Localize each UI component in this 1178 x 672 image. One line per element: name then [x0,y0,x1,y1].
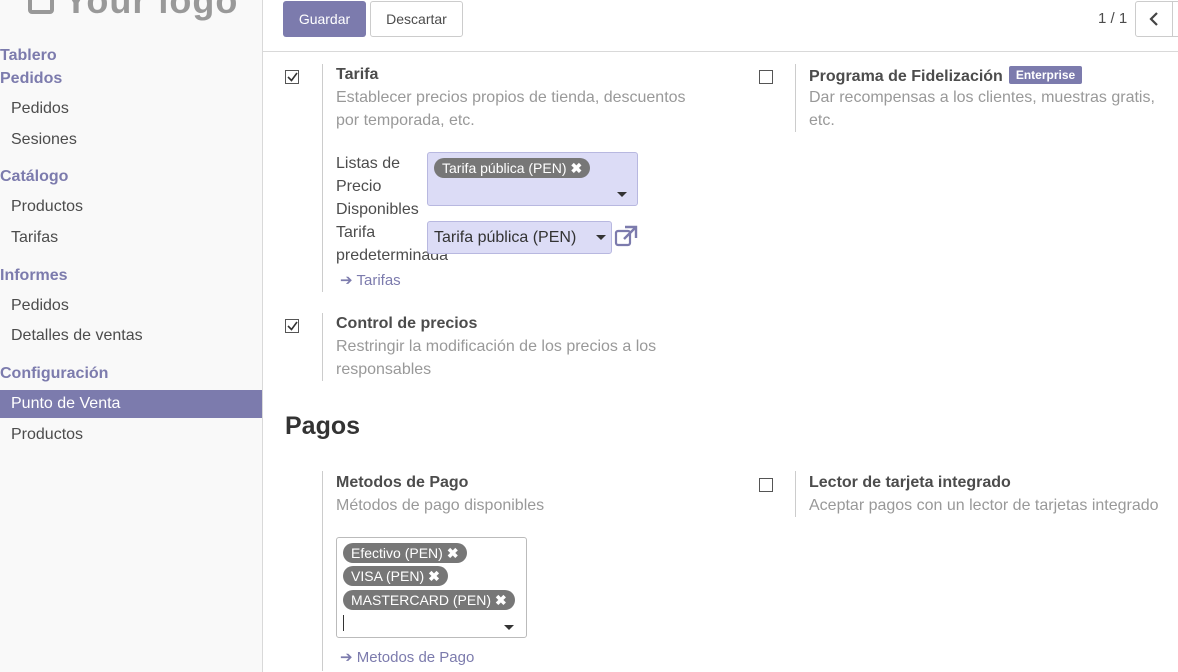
dropdown-caret-icon[interactable] [617,192,627,197]
available-pricelists-label: Listas de Precio Disponibles [336,152,419,221]
remove-tag-icon[interactable]: ✖ [495,592,507,608]
save-button[interactable]: Guardar [283,1,366,37]
menu-dashboard[interactable]: Tablero [0,47,57,65]
payment-methods-description: Métodos de pago disponibles [336,497,545,514]
menu-section-catalog[interactable]: Catálogo [0,168,68,186]
payment-method-tag[interactable]: Efectivo (PEN) ✖ [343,543,467,563]
sidebar-item-sales-details[interactable]: Detalles de ventas [0,322,262,350]
pricelist-checkbox[interactable] [285,70,299,84]
card-reader-title: Lector de tarjeta integrado [809,474,1011,491]
price-control-desc-line2: responsables [336,361,432,378]
available-pricelists-field[interactable]: Tarifa pública (PEN) ✖ [427,152,638,206]
pricelist-description: Establecer precios propios de tienda, de… [336,86,686,132]
available-label-line1: Listas de [336,155,401,172]
pager-next-button[interactable] [1173,1,1178,37]
payment-tag-label: Efectivo (PEN) [351,545,443,561]
pager-value: 1 / 1 [1098,10,1128,27]
price-control-description: Restringir la modificación de los precio… [336,335,656,381]
remove-tag-icon[interactable]: ✖ [428,568,440,584]
sidebar: Your logo Tablero Pedidos Pedidos Sesion… [0,0,263,672]
pricelists-link-label: Tarifas [356,272,401,289]
sidebar-item-sessions[interactable]: Sesiones [0,126,262,154]
dropdown-caret-icon[interactable] [504,625,514,630]
check-icon [287,72,298,82]
payment-methods-link-label: Metodos de Pago [356,649,475,666]
pricelist-desc-line1: Establecer precios propios de tienda, de… [336,89,686,106]
divider [322,64,323,292]
arrow-right-icon: ➔ [340,272,353,289]
divider [322,313,323,381]
logo-icon [28,0,54,14]
loyalty-title: Programa de Fidelización Enterprise [809,66,1083,86]
price-control-title: Control de precios [336,315,478,332]
check-icon [287,321,298,331]
section-title-payments: Pagos [285,412,361,440]
loyalty-desc-line2: etc. [809,112,835,129]
loyalty-title-text: Programa de Fidelización [809,68,1003,85]
sidebar-item-report-orders[interactable]: Pedidos [0,292,262,320]
sidebar-item-point-of-sale[interactable]: Punto de Venta [0,390,262,418]
available-label-line3: Disponibles [336,201,419,218]
company-logo: Your logo [28,0,238,22]
sidebar-item-pricelists[interactable]: Tarifas [0,224,262,252]
menu-section-config[interactable]: Configuración [0,365,108,383]
pager-previous-button[interactable] [1135,1,1173,37]
pricelist-tag-label: Tarifa pública (PEN) [442,160,567,176]
pricelist-desc-line2: por temporada, etc. [336,112,475,129]
payment-methods-title: Metodos de Pago [336,474,469,491]
price-control-desc-line1: Restringir la modificación de los precio… [336,338,657,355]
logo-text: Your logo [64,0,239,21]
card-reader-checkbox[interactable] [759,478,773,492]
default-pricelist-value: Tarifa pública (PEN) [434,229,577,246]
divider [322,471,323,671]
default-pricelist-select[interactable]: Tarifa pública (PEN) [427,221,612,254]
payment-method-tag[interactable]: MASTERCARD (PEN) ✖ [343,590,515,610]
price-control-checkbox[interactable] [285,319,299,333]
pricelists-link[interactable]: ➔ Tarifas [340,271,401,289]
sidebar-item-products[interactable]: Productos [0,193,262,221]
divider [795,64,796,132]
pricelist-tag[interactable]: Tarifa pública (PEN) ✖ [434,158,591,178]
loyalty-description: Dar recompensas a los clientes, muestras… [809,86,1178,132]
enterprise-badge: Enterprise [1008,66,1083,84]
remove-tag-icon[interactable]: ✖ [571,160,583,176]
loyalty-checkbox[interactable] [759,70,773,84]
pricelist-title: Tarifa [336,66,379,83]
payment-methods-field[interactable]: Efectivo (PEN) ✖ VISA (PEN) ✖ MASTERCARD (… [336,537,527,638]
text-cursor [343,615,344,631]
remove-tag-icon[interactable]: ✖ [447,545,459,561]
menu-section-orders[interactable]: Pedidos [0,70,62,88]
available-label-line2: Precio [336,178,382,195]
discard-button[interactable]: Descartar [370,1,463,37]
loyalty-desc-line1: Dar recompensas a los clientes, muestras… [809,89,1155,106]
chevron-left-icon [1149,12,1158,26]
payment-method-tag[interactable]: VISA (PEN) ✖ [343,566,448,586]
divider [795,471,796,517]
sidebar-item-orders[interactable]: Pedidos [0,95,262,123]
payment-methods-link[interactable]: ➔ Metodos de Pago [340,648,474,666]
payment-tag-label: MASTERCARD (PEN) [351,592,492,608]
sidebar-item-config-products[interactable]: Productos [0,421,262,449]
arrow-right-icon: ➔ [340,649,353,666]
menu-section-reports[interactable]: Informes [0,267,68,285]
dropdown-caret-icon[interactable] [596,235,606,240]
payment-tag-label: VISA (PEN) [351,568,425,584]
control-panel: Guardar Descartar 1 / 1 [263,0,1178,52]
card-reader-description: Aceptar pagos con un lector de tarjetas … [809,497,1159,514]
external-link-icon[interactable] [614,225,639,252]
